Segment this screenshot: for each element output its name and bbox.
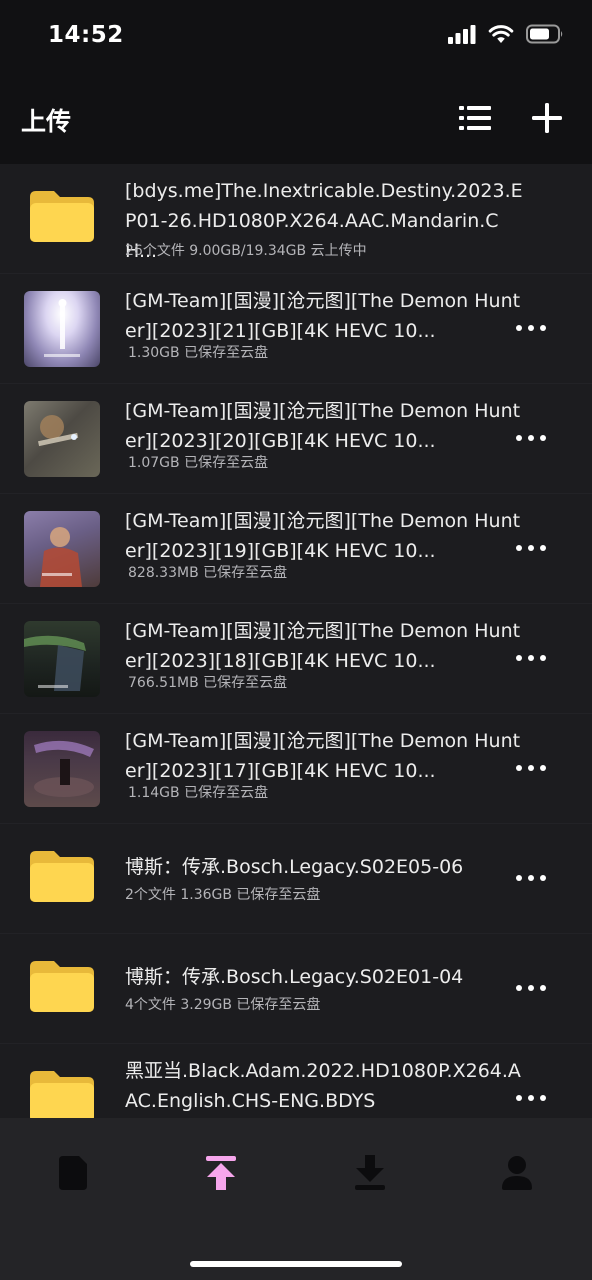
folder-icon xyxy=(30,1071,94,1119)
more-options-button[interactable] xyxy=(516,868,546,888)
tab-bar xyxy=(0,1118,592,1280)
status-time: 14:52 xyxy=(48,22,124,48)
item-name: [GM-Team][国漫][沧元图][The Demon Hunter][202… xyxy=(125,400,521,452)
item-name: 博斯：传承.Bosch.Legacy.S02E01-04 xyxy=(125,966,464,988)
add-button[interactable] xyxy=(527,98,567,138)
battery-icon xyxy=(526,24,563,44)
upload-icon xyxy=(206,1156,236,1190)
wifi-icon xyxy=(488,25,514,43)
plus-icon xyxy=(532,103,562,133)
file-icon xyxy=(59,1156,87,1190)
list-item[interactable]: [GM-Team][国漫][沧元图][The Demon Hunter][202… xyxy=(0,494,592,604)
list-item[interactable]: [GM-Team][国漫][沧元图][The Demon Hunter][202… xyxy=(0,714,592,824)
item-status: 2个文件 1.36GB 已保存至云盘 xyxy=(125,887,321,903)
folder-icon xyxy=(30,851,94,902)
page-title: 上传 xyxy=(21,107,72,136)
list-item[interactable]: [GM-Team][国漫][沧元图][The Demon Hunter][202… xyxy=(0,384,592,494)
item-status: 766.51MB 已保存至云盘 xyxy=(128,675,288,691)
cellular-signal-icon xyxy=(448,25,476,44)
more-options-button[interactable] xyxy=(516,978,546,998)
more-options-button[interactable] xyxy=(516,538,546,558)
status-icons xyxy=(448,24,564,44)
item-name: [GM-Team][国漫][沧元图][The Demon Hunter][202… xyxy=(125,510,521,562)
item-name: [GM-Team][国漫][沧元图][The Demon Hunter][202… xyxy=(125,290,521,342)
status-bar: 14:52 xyxy=(0,0,592,76)
item-status: 828.33MB 已保存至云盘 xyxy=(128,565,288,581)
profile-icon xyxy=(502,1156,532,1190)
home-indicator xyxy=(190,1261,402,1267)
list-item[interactable]: [GM-Team][国漫][沧元图][The Demon Hunter][202… xyxy=(0,604,592,714)
item-status: 1.14GB 已保存至云盘 xyxy=(128,785,269,801)
tab-upload[interactable] xyxy=(191,1148,251,1198)
more-options-button[interactable] xyxy=(516,318,546,338)
list-icon xyxy=(459,106,491,130)
folder-icon xyxy=(30,191,94,242)
download-icon xyxy=(355,1155,385,1190)
more-options-button[interactable] xyxy=(516,1088,546,1108)
more-options-button[interactable] xyxy=(516,428,546,448)
item-name: 黑亚当.Black.Adam.2022.HD1080P.X264.AAC.Eng… xyxy=(125,1060,521,1112)
video-thumbnail xyxy=(24,731,100,807)
tab-download[interactable] xyxy=(340,1148,400,1198)
video-thumbnail xyxy=(24,621,100,697)
header: 上传 xyxy=(0,76,592,160)
video-thumbnail xyxy=(24,401,100,477)
more-options-button[interactable] xyxy=(516,648,546,668)
list-item[interactable]: [bdys.me]The.Inextricable.Destiny.2023.E… xyxy=(0,164,592,274)
item-status: 1.30GB 已保存至云盘 xyxy=(128,345,269,361)
item-name: [GM-Team][国漫][沧元图][The Demon Hunter][202… xyxy=(125,620,521,672)
item-status: 1.07GB 已保存至云盘 xyxy=(128,455,269,471)
list-item[interactable]: [GM-Team][国漫][沧元图][The Demon Hunter][202… xyxy=(0,274,592,384)
tab-files[interactable] xyxy=(44,1148,104,1198)
video-thumbnail xyxy=(24,511,100,587)
item-status: 4个文件 3.29GB 已保存至云盘 xyxy=(125,997,321,1013)
list-item[interactable]: 博斯：传承.Bosch.Legacy.S02E05-06 2个文件 1.36GB… xyxy=(0,824,592,934)
item-status: 26个文件 9.00GB/19.34GB 云上传中 xyxy=(125,243,367,259)
list-item[interactable]: 黑亚当.Black.Adam.2022.HD1080P.X264.AAC.Eng… xyxy=(0,1044,592,1119)
item-name: [GM-Team][国漫][沧元图][The Demon Hunter][202… xyxy=(125,730,521,782)
video-thumbnail xyxy=(24,291,100,367)
upload-screen: 14:52 上传 [bdys.me]The.Inextricable.Desti… xyxy=(0,0,592,1280)
item-name: 博斯：传承.Bosch.Legacy.S02E05-06 xyxy=(125,856,464,878)
folder-icon xyxy=(30,961,94,1012)
upload-list: [bdys.me]The.Inextricable.Destiny.2023.E… xyxy=(0,164,592,1119)
tab-profile[interactable] xyxy=(487,1148,547,1198)
list-view-button[interactable] xyxy=(455,98,495,138)
list-item[interactable]: 博斯：传承.Bosch.Legacy.S02E01-04 4个文件 3.29GB… xyxy=(0,934,592,1044)
more-options-button[interactable] xyxy=(516,758,546,778)
